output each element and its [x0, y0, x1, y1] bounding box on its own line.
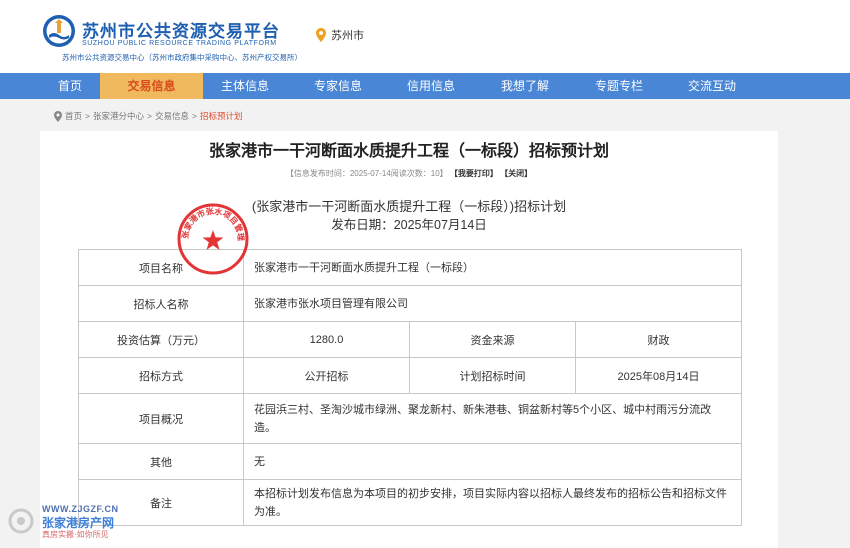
planned-time-value: 2025年08月14日	[574, 357, 743, 394]
table-row: 招标方式 公开招标 计划招标时间 2025年08月14日	[78, 357, 743, 394]
close-link[interactable]: 【关闭】	[500, 169, 532, 178]
watermark-slogan: 真房实搬·如你所见	[42, 530, 109, 539]
platform-subtitle: 苏州市公共资源交易中心（苏州市政府集中采购中心、苏州产权交易所）	[62, 53, 302, 62]
tenderer-value: 张家港市张水项目管理有限公司	[242, 285, 743, 322]
method-label: 招标方式	[78, 357, 244, 394]
watermark-logo-icon	[8, 508, 34, 534]
article-title: 张家港市一干河断面水质提升工程（一标段）招标预计划	[208, 143, 609, 160]
investment-value: 1280.0	[243, 321, 410, 358]
breadcrumb-separator: >	[85, 111, 90, 121]
table-row: 投资估算（万元） 1280.0 资金来源 财政	[78, 321, 743, 358]
nav-item-entity-info[interactable]: 主体信息	[210, 73, 280, 99]
method-value: 公开招标	[243, 357, 410, 394]
watermark-url: WWW.ZJGZF.CN	[42, 504, 119, 514]
nav-item-interaction[interactable]: 交流互动	[676, 73, 748, 99]
other-label: 其他	[78, 443, 244, 480]
remark-value: 本招标计划发布信息为本项目的初步安排，项目实际内容以招标人最终发布的招标公告和招…	[242, 479, 743, 526]
other-value: 无	[242, 443, 743, 480]
article-panel: 张家港市一干河断面水质提升工程（一标段）招标预计划 【信息发布时间：2025-0…	[40, 131, 778, 548]
breadcrumb-current[interactable]: 招标预计划	[200, 110, 243, 122]
site-header: 苏州市公共资源交易平台 SUZHOU PUBLIC RESOURCE TRADI…	[0, 0, 850, 73]
table-row: 备注 本招标计划发布信息为本项目的初步安排，项目实际内容以招标人最终发布的招标公…	[78, 479, 743, 526]
table-row: 项目概况 花园浜三村、圣淘沙城市绿洲、聚龙新村、新朱港巷、铜盆新村等5个小区、城…	[78, 393, 743, 444]
platform-english-name: SUZHOU PUBLIC RESOURCE TRADING PLATFORM	[82, 40, 277, 47]
nav-item-special-topics[interactable]: 专题专栏	[584, 73, 654, 99]
table-row: 其他 无	[78, 443, 743, 480]
breadcrumb-trading-info[interactable]: 交易信息	[155, 110, 189, 122]
nav-item-credit-info[interactable]: 信用信息	[396, 73, 466, 99]
plan-table: 项目名称 张家港市一干河断面水质提升工程（一标段） 招标人名称 张家港市张水项目…	[78, 249, 743, 526]
nav-item-trading-info[interactable]: 交易信息	[100, 73, 203, 99]
plan-date: 发布日期：2025年07月14日	[331, 218, 487, 232]
platform-logo-icon[interactable]	[42, 14, 76, 48]
map-pin-icon	[316, 28, 326, 42]
fund-source-value: 财政	[574, 321, 743, 358]
breadcrumb-separator: >	[147, 111, 152, 121]
location-pin-icon	[54, 110, 62, 122]
breadcrumb: 首页 > 张家港分中心 > 交易信息 > 招标预计划	[54, 110, 242, 122]
city-selector[interactable]: 苏州市	[316, 27, 364, 43]
plan-title: (张家港市一干河断面水质提升工程（一标段）)招标计划	[251, 199, 567, 214]
breadcrumb-separator: >	[191, 111, 197, 121]
company-seal-stamp: 张家港市张水项目管理有限公司	[176, 202, 249, 275]
nav-item-expert-info[interactable]: 专家信息	[303, 73, 373, 99]
overview-value: 花园浜三村、圣淘沙城市绿洲、聚龙新村、新朱港巷、铜盆新村等5个小区、城中村雨污分…	[242, 393, 743, 444]
city-label: 苏州市	[331, 30, 364, 42]
svg-text:张家港市张水项目管理有限公司: 张家港市张水项目管理有限公司	[176, 202, 245, 241]
publish-info: 【信息发布时间：2025-07-14阅读次数：10】	[285, 169, 448, 178]
fund-source-label: 资金来源	[409, 321, 576, 358]
breadcrumb-branch[interactable]: 张家港分中心	[93, 110, 144, 122]
overview-label: 项目概况	[78, 393, 244, 444]
article-meta: 【信息发布时间：2025-07-14阅读次数：10】 【我要打印】 【关闭】	[40, 168, 778, 179]
tenderer-label: 招标人名称	[78, 285, 244, 322]
site-watermark: WWW.ZJGZF.CN 张家港房产网 真房实搬·如你所见	[8, 504, 138, 544]
platform-name[interactable]: 苏州市公共资源交易平台	[82, 17, 280, 42]
main-nav: 首页 交易信息 主体信息 专家信息 信用信息 我想了解 专题专栏 交流互动	[0, 73, 850, 99]
project-name-value: 张家港市一干河断面水质提升工程（一标段）	[242, 249, 743, 286]
investment-label: 投资估算（万元）	[78, 321, 244, 358]
print-link[interactable]: 【我要打印】	[450, 169, 498, 178]
table-row: 招标人名称 张家港市张水项目管理有限公司	[78, 285, 743, 322]
planned-time-label: 计划招标时间	[409, 357, 576, 394]
breadcrumb-home[interactable]: 首页	[65, 110, 82, 122]
nav-item-learn-more[interactable]: 我想了解	[490, 73, 560, 99]
nav-item-home[interactable]: 首页	[40, 73, 100, 99]
